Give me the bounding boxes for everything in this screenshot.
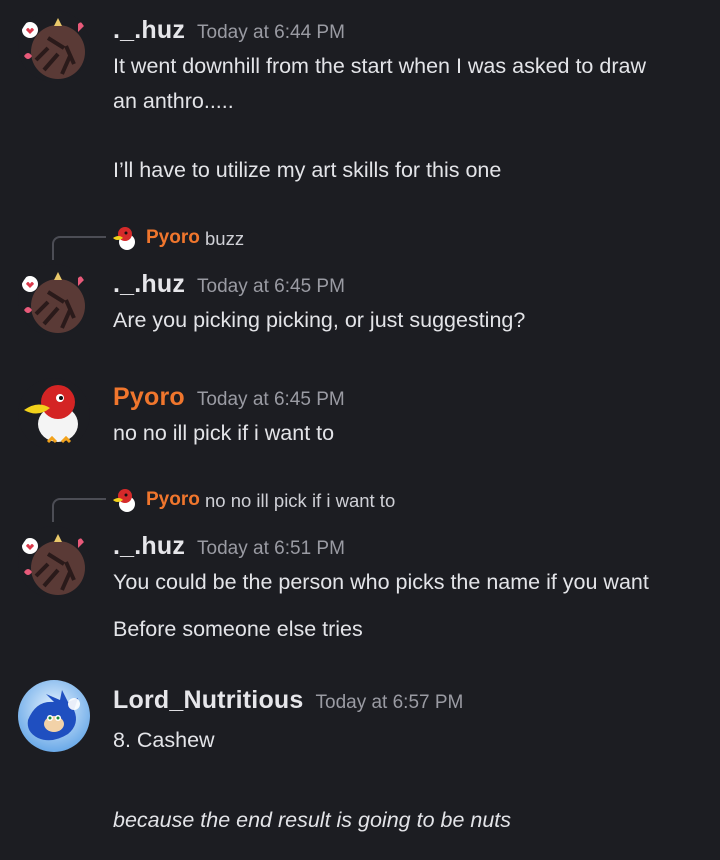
reply-text[interactable]: buzz bbox=[205, 228, 244, 250]
timestamp[interactable]: Today at 6:45 PM bbox=[197, 276, 345, 297]
author-name[interactable]: ._.huz bbox=[113, 16, 185, 44]
reply-spine bbox=[52, 236, 106, 260]
message-text: no no ill pick if i want to bbox=[113, 421, 335, 445]
message-text: It went downhill from the start when I w… bbox=[113, 54, 646, 78]
message-text: You could be the person who picks the na… bbox=[113, 570, 649, 594]
reply-author[interactable]: Pyoro bbox=[146, 227, 200, 249]
chat-log: ._.huz Today at 6:44 PM It went downhill … bbox=[0, 0, 720, 860]
message-text: Before someone else tries bbox=[113, 617, 363, 641]
reply-preview[interactable]: Pyoro no no ill pick if i want to bbox=[0, 486, 720, 522]
reply-preview[interactable]: Pyoro buzz bbox=[0, 224, 720, 260]
message-header: Lord_Nutritious Today at 6:57 PM bbox=[113, 686, 463, 715]
pyoro-avatar[interactable] bbox=[18, 378, 90, 450]
author-name[interactable]: ._.huz bbox=[113, 270, 185, 298]
timestamp[interactable]: Today at 6:51 PM bbox=[197, 538, 345, 559]
pyoro-reply-avatar bbox=[111, 486, 139, 514]
huz-avatar[interactable] bbox=[18, 264, 90, 336]
huz-avatar[interactable] bbox=[18, 526, 90, 598]
message-text: because the end result is going to be nu… bbox=[113, 808, 512, 832]
message-header: ._.huz Today at 6:45 PM bbox=[113, 270, 345, 299]
reply-author[interactable]: Pyoro bbox=[146, 489, 200, 511]
timestamp[interactable]: Today at 6:45 PM bbox=[197, 389, 345, 410]
timestamp[interactable]: Today at 6:57 PM bbox=[316, 692, 464, 713]
message-header: Pyoro Today at 6:45 PM bbox=[113, 383, 345, 412]
author-name[interactable]: Pyoro bbox=[113, 383, 185, 411]
message-text: Are you picking picking, or just suggest… bbox=[113, 308, 526, 332]
huz-avatar[interactable] bbox=[18, 10, 90, 82]
message-header: ._.huz Today at 6:51 PM bbox=[113, 532, 345, 561]
lord-nutritious-avatar[interactable] bbox=[18, 680, 90, 752]
timestamp[interactable]: Today at 6:44 PM bbox=[197, 22, 345, 43]
message-text: I’ll have to utilize my art skills for t… bbox=[113, 158, 502, 182]
pyoro-reply-avatar bbox=[111, 224, 139, 252]
message-header: ._.huz Today at 6:44 PM bbox=[113, 16, 345, 45]
message-text: an anthro..... bbox=[113, 89, 234, 113]
author-name[interactable]: Lord_Nutritious bbox=[113, 686, 304, 714]
reply-spine bbox=[52, 498, 106, 522]
reply-text[interactable]: no no ill pick if i want to bbox=[205, 490, 395, 512]
message-text: 8. Cashew bbox=[113, 728, 215, 752]
author-name[interactable]: ._.huz bbox=[113, 532, 185, 560]
